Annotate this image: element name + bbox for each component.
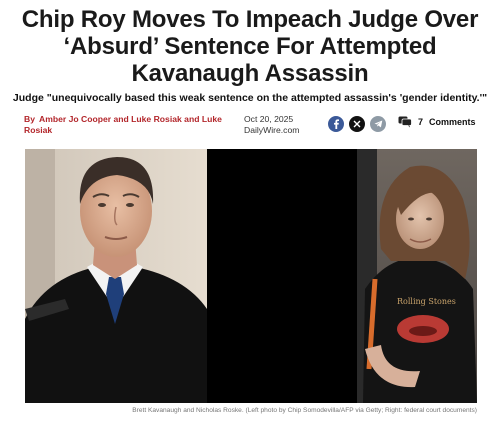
comments-count: 7 bbox=[418, 117, 424, 127]
article-meta: By Amber Jo Cooper and Luke Rosiak and Lu… bbox=[24, 114, 484, 140]
x-icon bbox=[353, 120, 361, 128]
byline-prefix: By bbox=[24, 114, 35, 124]
publish-info: Oct 20, 2025 DailyWire.com bbox=[244, 114, 299, 135]
comments-label: Comments bbox=[429, 117, 476, 127]
comment-bubble-icon bbox=[398, 116, 412, 128]
share-buttons bbox=[328, 116, 386, 132]
publish-date: Oct 20, 2025 bbox=[244, 114, 294, 124]
lead-photo-image: Rolling Stones bbox=[25, 149, 477, 403]
photo-divider bbox=[207, 149, 357, 403]
svg-text:Rolling Stones: Rolling Stones bbox=[397, 297, 456, 306]
lead-photo: Rolling Stones bbox=[25, 149, 477, 403]
x-share-button[interactable] bbox=[349, 116, 365, 132]
telegram-share-button[interactable] bbox=[370, 116, 386, 132]
article-headline: Chip Roy Moves To Impeach Judge Over ‘Ab… bbox=[21, 6, 479, 87]
article-subhead: Judge "unequivocally based this weak sen… bbox=[12, 92, 488, 104]
right-photo: Rolling Stones bbox=[357, 149, 477, 403]
byline: By Amber Jo Cooper and Luke Rosiak and Lu… bbox=[24, 114, 224, 135]
comments-link[interactable]: 7 Comments bbox=[398, 116, 476, 128]
facebook-icon bbox=[334, 119, 339, 129]
telegram-icon bbox=[374, 120, 382, 128]
left-photo bbox=[25, 149, 207, 403]
facebook-share-button[interactable] bbox=[328, 116, 344, 132]
source-site: DailyWire.com bbox=[244, 124, 300, 135]
byline-authors[interactable]: Amber Jo Cooper and Luke Rosiak and Luke… bbox=[24, 114, 222, 135]
photo-caption: Brett Kavanaugh and Nicholas Roske. (Lef… bbox=[132, 407, 477, 414]
